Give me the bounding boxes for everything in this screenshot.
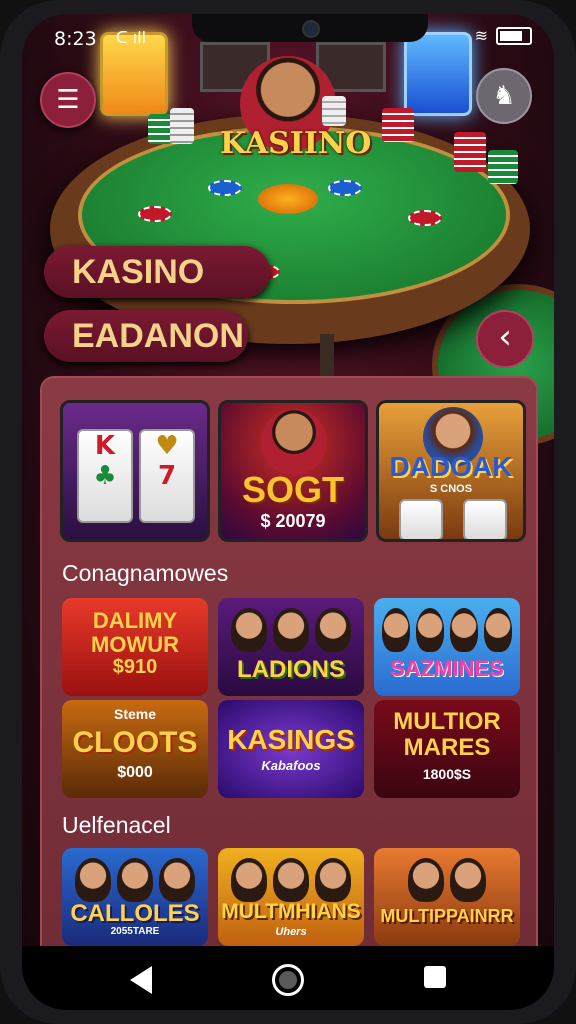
game-tile-calloles[interactable]: CALLOLES 2055TARE <box>62 848 208 946</box>
slot-reel <box>463 499 507 539</box>
chip-icon <box>328 180 362 196</box>
host-faces <box>226 608 356 654</box>
section-title: Conagnamowes <box>62 560 229 586</box>
status-bar: 8:23 ᑕ ıll ≋ <box>22 14 554 54</box>
menu-icon: ☰ <box>56 85 80 115</box>
tile-amount: $ 20079 <box>260 511 326 531</box>
system-nav-bar <box>22 946 554 1010</box>
chip-stack-icon <box>322 96 346 126</box>
game-tile-sogt[interactable]: SOGT $ 20079 <box>218 400 368 542</box>
tile-title: DADOAK <box>389 451 513 482</box>
chip-stack-icon <box>148 114 172 144</box>
host-faces <box>382 858 512 904</box>
tile-title: MARES <box>403 734 491 761</box>
kasino-pill-button[interactable]: KASINO <box>44 246 270 298</box>
section-title: Uelfenacel <box>62 812 171 838</box>
chip-stack-icon <box>488 150 518 184</box>
tile-title: KASINGS <box>227 724 355 755</box>
game-tile-multmhians[interactable]: MULTMHIANS Uhers <box>218 848 364 946</box>
game-tile-slot-machine[interactable]: K ♣ ♥ 7 <box>60 400 210 542</box>
tile-amount: $000 <box>117 764 153 781</box>
games-panel: K ♣ ♥ 7 SOGT $ 20079 DADOAK S CNOS Conag… <box>40 376 538 1010</box>
tile-title: CALLOLES <box>70 900 200 927</box>
tile-amount: 1800$S <box>422 766 472 782</box>
tile-subtitle: Steme <box>113 706 157 722</box>
nav-back-icon[interactable] <box>130 966 152 994</box>
chip-icon <box>138 206 172 222</box>
tile-title: CLOOTS <box>72 726 198 759</box>
slot-symbol: ♣ <box>93 461 117 491</box>
avatar-icon: ♞ <box>492 81 516 111</box>
tile-subtitle: S CNOS <box>429 483 473 495</box>
game-tile-multippainrr[interactable]: MULTIPPAINRR <box>374 848 520 946</box>
slot-reel: K ♣ <box>77 429 133 523</box>
slot-reel: ♥ 7 <box>139 429 195 523</box>
tile-title: MULTMHIANS <box>221 900 361 923</box>
status-icons: ≋ <box>475 26 532 45</box>
tile-title: DALIMY <box>92 608 178 633</box>
status-time: 8:23 <box>54 28 97 50</box>
tile-title: MULTIOR <box>393 708 501 735</box>
tile-subtitle: Kabafoos <box>261 758 321 773</box>
table-emblem-icon <box>258 184 318 214</box>
profile-button[interactable]: ♞ <box>476 68 532 124</box>
signal-icon: ᑕ ıll <box>116 28 147 47</box>
game-tile-multior[interactable]: MULTIOR MARES 1800$S <box>374 700 520 798</box>
chip-stack-icon <box>170 108 194 144</box>
game-tile-cloots[interactable]: Steme CLOOTS $000 <box>62 700 208 798</box>
game-tile-kasings[interactable]: KASINGS Kabafoos <box>218 700 364 798</box>
nav-recents-icon[interactable] <box>424 966 446 988</box>
back-button[interactable]: ‹ <box>476 310 534 368</box>
tile-title: MOWUR <box>91 632 179 657</box>
tile-title: MULTIPPAINRR <box>380 906 514 926</box>
slot-symbol: 7 <box>157 461 177 491</box>
app-logo: KASIINO <box>220 126 372 161</box>
eadanon-pill-button[interactable]: EADANON <box>44 310 248 362</box>
tile-subtitle: Uhers <box>275 926 307 938</box>
chip-icon <box>408 210 442 226</box>
game-tile-dadoak[interactable]: DADOAK S CNOS <box>376 400 526 542</box>
game-tile-dalimy[interactable]: DALIMY MOWUR $910 <box>62 598 208 696</box>
host-faces <box>226 858 356 904</box>
tile-subtitle: 2055TARE <box>110 926 160 937</box>
app-screen: 8:23 ᑕ ıll ≋ KASIINO ☰ ♞ KASINO EADANON … <box>22 14 554 1010</box>
tile-amount: $910 <box>112 656 158 678</box>
slot-symbol: K <box>94 431 116 461</box>
chip-stack-icon <box>382 108 414 142</box>
slot-symbol: ♥ <box>155 431 179 461</box>
game-tile-ladions[interactable]: LADIONS <box>218 598 364 696</box>
game-tile-sazmines[interactable]: SAZMINES <box>374 598 520 696</box>
slot-reel <box>399 499 443 539</box>
chevron-left-icon: ‹ <box>498 317 512 357</box>
nav-home-icon[interactable] <box>272 964 304 996</box>
host-portrait <box>261 409 327 475</box>
tile-title: SOGT <box>241 469 344 510</box>
tile-title: LADIONS <box>237 656 345 683</box>
host-faces <box>70 858 200 904</box>
chip-icon <box>208 180 242 196</box>
wifi-icon: ≋ <box>474 26 488 45</box>
battery-icon <box>496 26 532 45</box>
chip-stack-icon <box>454 132 486 172</box>
phone-frame: 8:23 ᑕ ıll ≋ KASIINO ☰ ♞ KASINO EADANON … <box>0 0 576 1024</box>
menu-button[interactable]: ☰ <box>40 72 96 128</box>
host-faces <box>382 608 512 654</box>
tile-title: SAZMINES <box>390 656 504 681</box>
